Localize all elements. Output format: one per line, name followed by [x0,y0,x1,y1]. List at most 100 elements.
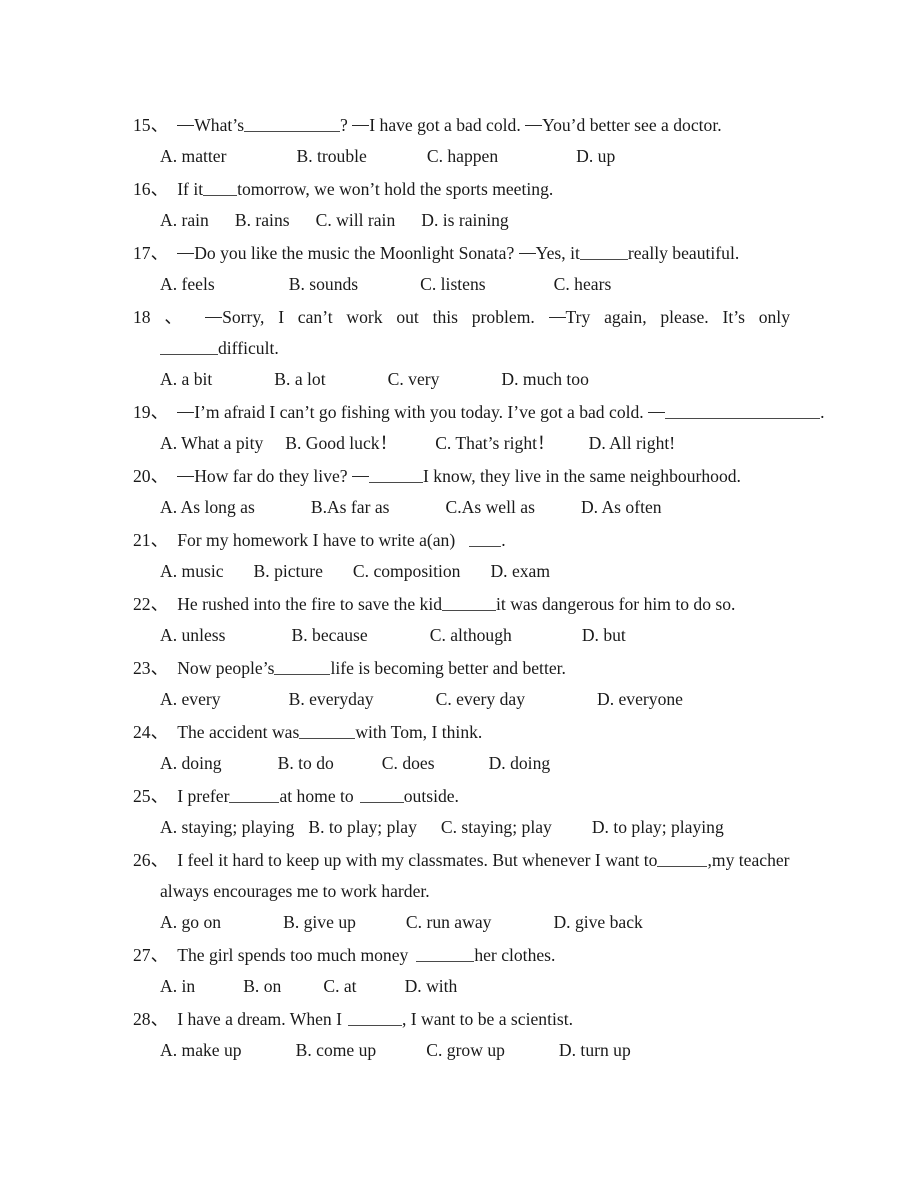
option-a[interactable]: A. rain [160,205,209,236]
option-c[interactable]: C. very [388,364,440,395]
answer-blank[interactable] [469,531,502,547]
answer-blank[interactable] [369,467,424,483]
answer-blank[interactable] [416,946,475,962]
option-d[interactable]: D. with [405,971,458,1002]
option-a[interactable]: A. music [160,556,224,587]
question-stem-continuation: always encourages me to work harder. [133,876,793,907]
answer-blank[interactable] [229,787,280,803]
answer-blank[interactable] [274,659,331,675]
question-stem-text: I know, they live in the same neighbourh… [423,466,741,486]
question-number: 16、 [133,179,169,199]
answer-blank-2[interactable] [359,787,404,803]
question-stem-text: , I want to be a scientist. [401,1009,573,1029]
option-c[interactable]: C. staying; play [441,812,552,843]
option-b[interactable]: B. Good luck！ [285,428,397,459]
option-b[interactable]: B. on [243,971,281,1002]
option-b[interactable]: B. picture [254,556,323,587]
option-a[interactable]: A. in [160,971,195,1002]
option-d[interactable]: D. turn up [559,1035,631,1066]
option-a[interactable]: A. matter [160,141,226,172]
option-d[interactable]: D. give back [553,907,642,938]
question-stem-line: 23、 Now people’s life is becoming better a… [133,653,793,684]
option-c[interactable]: C. run away [406,907,492,938]
option-a[interactable]: A. As long as [160,492,255,523]
option-a[interactable]: A. go on [160,907,221,938]
question-stem-line: 28、 I have a dream. When I , I want to be … [133,1004,793,1035]
option-d[interactable]: D. doing [489,748,551,779]
answer-blank[interactable] [203,180,238,196]
answer-blank[interactable] [665,403,821,419]
question-stem-text: . [820,402,825,422]
option-b[interactable]: B. sounds [289,269,358,300]
option-a[interactable]: A. feels [160,269,215,300]
option-b[interactable]: B. to play; play [308,812,416,843]
question-stem-text: Now people’s [177,658,275,678]
option-a[interactable]: A. make up [160,1035,242,1066]
question-stem-line: 21、 For my homework I have to write a(an)… [133,525,793,556]
option-b[interactable]: B. come up [296,1035,377,1066]
question-number: 19、 [133,402,169,422]
option-a[interactable]: A. a bit [160,364,212,395]
option-row: A. feels B. sounds C. listens C. hears [133,269,793,300]
option-a[interactable]: A. staying; playing [160,812,294,843]
option-d[interactable]: D. everyone [597,684,683,715]
option-d[interactable]: C. hears [554,269,612,300]
option-c[interactable]: C.As well as [446,492,535,523]
document-page: 15、 What’s ? I have got a bad cold. You’d … [0,0,920,1191]
question-stem-text: I feel it hard to keep up with my classm… [177,850,658,870]
question-number: 27、 [133,945,169,965]
option-a[interactable]: A. unless [160,620,226,651]
option-c[interactable]: C. That’s right！ [435,428,554,459]
question-stem-line: 17、 Do you like the music the Moonlight S… [133,238,793,269]
question-stem-text: ? I have got a bad cold. You’d better se… [340,115,722,135]
option-b[interactable]: B. everyday [289,684,374,715]
question-block: 26、 I feel it hard to keep up with my cla… [133,845,793,938]
option-b[interactable]: B. because [292,620,368,651]
option-c[interactable]: C. listens [420,269,486,300]
option-c[interactable]: C. will rain [316,205,396,236]
option-c[interactable]: C. composition [353,556,461,587]
answer-blank[interactable] [657,851,708,867]
option-c[interactable]: C. every day [436,684,525,715]
answer-blank[interactable] [579,244,628,260]
option-d[interactable]: D. up [576,141,615,172]
option-d[interactable]: D. is raining [421,205,508,236]
option-b[interactable]: B.As far as [311,492,390,523]
answer-blank[interactable] [299,723,356,739]
option-a[interactable]: A. doing [160,748,222,779]
option-d[interactable]: D. As often [581,492,662,523]
option-c[interactable]: C. happen [427,141,498,172]
answer-blank[interactable] [244,116,341,132]
question-stem-text: How far do they live? [177,466,370,486]
option-b[interactable]: B. to do [278,748,334,779]
question-stem-text: ,my teacher [707,850,790,870]
option-b[interactable]: B. trouble [296,141,366,172]
option-d[interactable]: D. All right! [589,428,676,459]
question-stem-text: at home to [279,786,354,806]
option-d[interactable]: D. to play; playing [592,812,724,843]
option-c[interactable]: C. although [430,620,512,651]
answer-blank[interactable] [347,1010,402,1026]
answer-blank[interactable] [442,595,497,611]
question-stem-text: I prefer [177,786,230,806]
option-c[interactable]: C. does [382,748,435,779]
option-d[interactable]: D. much too [501,364,588,395]
question-block: 15、 What’s ? I have got a bad cold. You’d … [133,110,793,172]
option-b[interactable]: B. a lot [274,364,325,395]
option-d[interactable]: D. exam [490,556,550,587]
question-stem-text: really beautiful. [627,243,740,263]
option-b[interactable]: B. rains [235,205,290,236]
question-block: 19、 I’m afraid I can’t go fishing with yo… [133,397,825,459]
question-stem-line: 20、 How far do they live? I know, they li… [133,461,793,492]
question-number: 25、 [133,786,169,806]
option-b[interactable]: B. give up [283,907,356,938]
option-d[interactable]: D. but [582,620,626,651]
question-number: 22、 [133,594,169,614]
question-stem-line: 15、 What’s ? I have got a bad cold. You’d … [133,110,793,141]
answer-blank[interactable] [160,339,218,355]
option-a[interactable]: A. every [160,684,221,715]
option-c[interactable]: C. at [323,971,356,1002]
question-block: 25、 I prefer at home to outside. A. staying;… [133,781,793,843]
option-a[interactable]: A. What a pity [160,428,263,459]
option-c[interactable]: C. grow up [426,1035,505,1066]
